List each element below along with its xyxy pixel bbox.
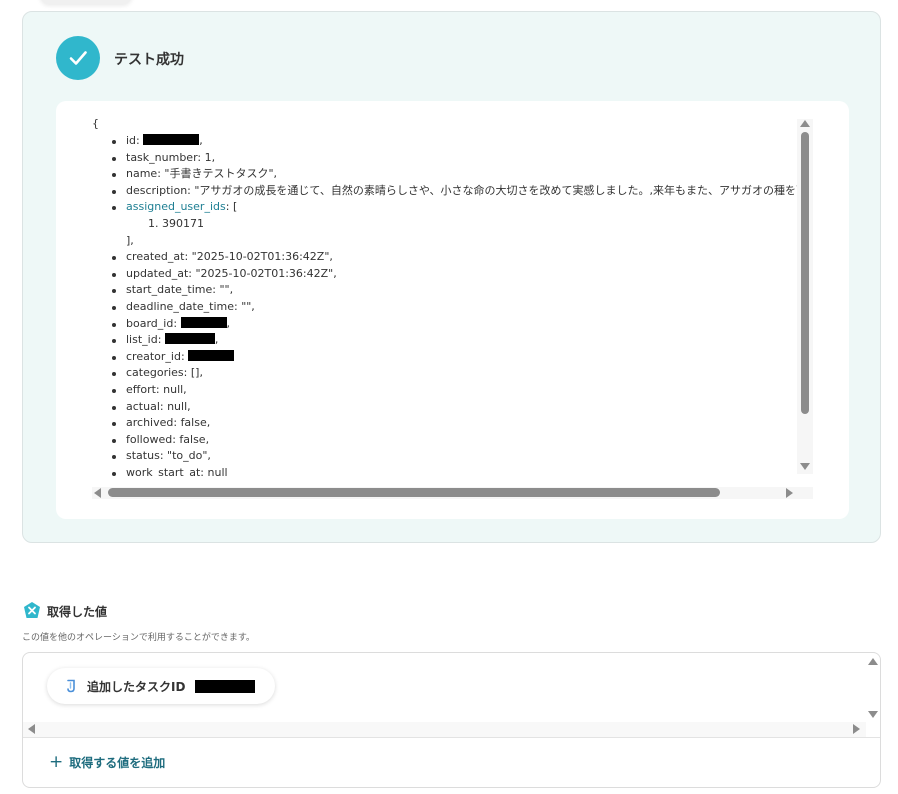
- assigned-user-close: ],: [126, 233, 134, 247]
- check-circle-icon: [56, 36, 100, 80]
- json-field-id: id: ,: [108, 133, 813, 150]
- json-field-archived: archived: false,: [108, 415, 813, 432]
- scroll-down-arrow-icon[interactable]: [800, 463, 810, 470]
- json-field-actual: actual: null,: [108, 399, 813, 416]
- json-field-board-id: board_id: ,: [108, 316, 813, 333]
- json-field-list: id: , task_number: 1, name: "手書きテストタスク",…: [108, 133, 813, 476]
- divider: [23, 737, 880, 738]
- json-field-status: status: "to_do",: [108, 448, 813, 465]
- json-field-list-id: list_id: ,: [108, 332, 813, 349]
- json-field-created-at: created_at: "2025-10-02T01:36:42Z",: [108, 249, 813, 266]
- redacted-value: [188, 349, 235, 361]
- json-field-start-date-time: start_date_time: "",: [108, 282, 813, 299]
- value-chip-task-id[interactable]: 追加したタスクID: [47, 668, 276, 704]
- top-tab-pill: [40, 0, 132, 4]
- value-chip-label: 追加したタスクID: [87, 679, 186, 694]
- test-success-title: テスト成功: [114, 52, 184, 68]
- json-field-deadline-date-time: deadline_date_time: "",: [108, 299, 813, 316]
- add-acquired-value-button[interactable]: + 取得する値を追加: [49, 754, 165, 771]
- json-field-description: description: "アサガオの成長を通じて、自然の素晴らしさや、小さな命…: [108, 183, 813, 200]
- json-field-task-number: task_number: 1,: [108, 150, 813, 167]
- scroll-up-arrow-icon[interactable]: [800, 120, 810, 127]
- redacted-value: [164, 333, 215, 345]
- values-scroll-up-arrow-icon[interactable]: [868, 658, 878, 665]
- json-field-work-start-at: work_start_at: null: [108, 465, 813, 476]
- test-result-panel: テスト成功 { id: , task_number: 1, name: "手書き…: [22, 11, 881, 543]
- acquired-values-title: 取得した値: [47, 605, 108, 619]
- values-scroll-right-arrow-icon[interactable]: [853, 724, 860, 734]
- values-scroll-left-arrow-icon[interactable]: [28, 724, 35, 734]
- json-field-followed: followed: false,: [108, 432, 813, 449]
- values-horizontal-scrollbar[interactable]: [23, 722, 866, 737]
- redacted-value: [180, 316, 227, 328]
- acquired-values-description: この値を他のオペレーションで利用することができます。: [22, 633, 255, 643]
- json-output-box: { id: , task_number: 1, name: "手書きテストタスク…: [56, 101, 849, 519]
- yoom-logo-icon: [24, 602, 40, 618]
- json-field-name: name: "手書きテストタスク",: [108, 166, 813, 183]
- json-field-creator-id: creator_id:: [108, 349, 813, 366]
- json-vertical-scroll-thumb[interactable]: [801, 132, 809, 414]
- jooto-app-icon: [67, 679, 75, 693]
- json-horizontal-scroll-thumb[interactable]: [108, 488, 720, 497]
- scroll-right-arrow-icon[interactable]: [786, 488, 793, 498]
- redacted-value: [195, 679, 256, 693]
- json-field-updated-at: updated_at: "2025-10-02T01:36:42Z",: [108, 266, 813, 283]
- plus-icon: +: [49, 752, 64, 772]
- assigned-user-item: 1. 390171: [148, 216, 204, 230]
- json-open-brace: {: [92, 117, 99, 130]
- json-field-categories: categories: [],: [108, 365, 813, 382]
- scroll-left-arrow-icon[interactable]: [94, 488, 101, 498]
- json-viewer: { id: , task_number: 1, name: "手書きテストタスク…: [56, 113, 813, 476]
- assigned-user-ids-link[interactable]: assigned_user_ids: [126, 200, 226, 213]
- json-field-assigned-user-ids[interactable]: assigned_user_ids: [: [108, 199, 813, 216]
- redacted-value: [143, 134, 200, 145]
- add-acquired-value-label: 取得する値を追加: [69, 756, 166, 770]
- json-field-effort: effort: null,: [108, 382, 813, 399]
- acquired-values-box: 追加したタスクID + 取得する値を追加: [22, 652, 881, 788]
- values-scroll-down-arrow-icon[interactable]: [868, 711, 878, 718]
